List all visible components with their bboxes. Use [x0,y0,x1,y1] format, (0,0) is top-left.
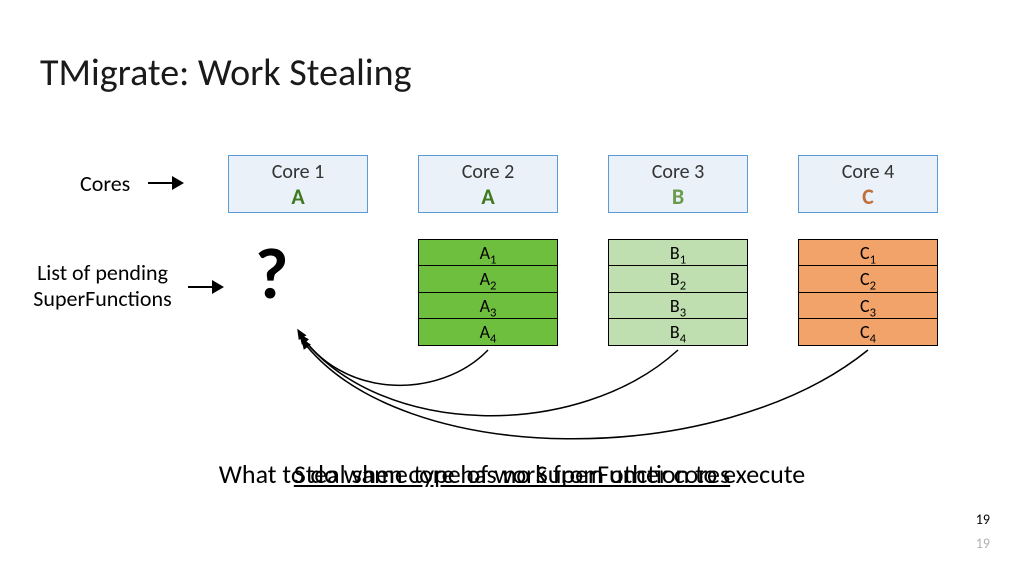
arrow-icon [188,280,224,294]
question-mark: ? [255,230,288,318]
stack-cell: A3 [418,292,558,320]
page-number-shadow: 19 [976,535,990,552]
stack-cell: A4 [418,318,558,346]
core-topic: B [609,184,747,210]
pending-label: List of pending SuperFunctions [20,260,185,313]
page-number: 19 [976,511,990,528]
page-title: TMigrate: Work Stealing [40,50,411,96]
core-name: Core 4 [799,160,937,184]
pending-stack: B1B2B3B4 [608,240,748,346]
core-box: Core 4C [798,155,938,213]
stack-cell: C2 [798,265,938,293]
caption: What to do when core has no SuperFunctio… [0,458,1024,490]
stack-cell: C1 [798,239,938,267]
stack-cell: B2 [608,265,748,293]
core-name: Core 2 [419,160,557,184]
core-topic: A [419,184,557,210]
stack-cell: C4 [798,318,938,346]
stack-cell: B3 [608,292,748,320]
core-name: Core 3 [609,160,747,184]
arrow-icon [148,176,184,190]
pending-stack: A1A2A3A4 [418,240,558,346]
stack-cell: C3 [798,292,938,320]
core-box: Core 2A [418,155,558,213]
cores-label: Cores [80,170,130,197]
core-name: Core 1 [229,160,367,184]
stack-cell: B1 [608,239,748,267]
pending-stack: C1C2C3C4 [798,240,938,346]
stack-cell: A2 [418,265,558,293]
stack-cell: B4 [608,318,748,346]
caption-text-2: Steal same type of work from other cores [294,458,730,490]
core-topic: C [799,184,937,210]
core-topic: A [229,184,367,210]
core-box: Core 1A [228,155,368,213]
core-box: Core 3B [608,155,748,213]
stack-cell: A1 [418,239,558,267]
